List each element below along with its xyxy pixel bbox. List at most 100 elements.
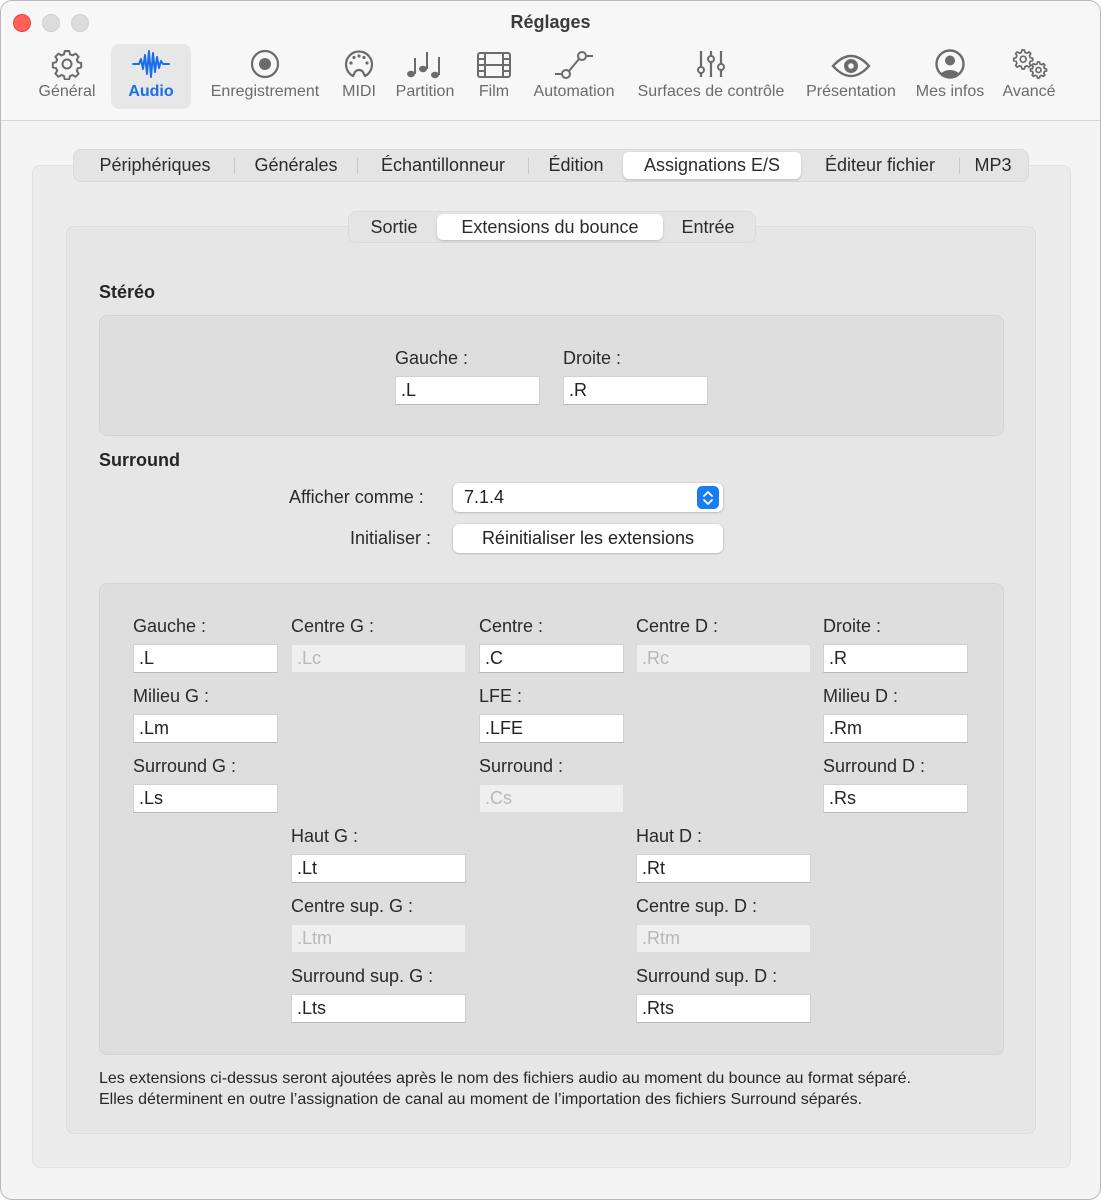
display-as-value: 7.1.4 [464, 487, 505, 507]
tab-edition[interactable]: Édition [529, 152, 623, 179]
tab-peripheriques[interactable]: Périphériques [76, 152, 234, 179]
tab-label: MP3 [974, 155, 1012, 175]
gears-icon [1009, 44, 1049, 82]
surround-centre-sup-g-field [291, 924, 466, 953]
surround-haut-d-label: Haut D : [636, 826, 703, 846]
surround-surround-g-label: Surround G : [133, 756, 237, 776]
toolbar-item-label: Général [38, 83, 96, 100]
surround-centre-label: Centre : [479, 616, 544, 636]
window-title: Réglages [510, 12, 591, 32]
surround-milieu-d-label: Milieu D : [823, 686, 899, 706]
subtab-entree[interactable]: Entrée [663, 214, 753, 240]
surround-haut-d-field[interactable] [636, 854, 811, 883]
subtab-label: Extensions du bounce [461, 216, 639, 237]
surround-lfe-field[interactable] [479, 714, 624, 743]
surround-milieu-g-label: Milieu G : [133, 686, 210, 706]
gear-icon [51, 44, 83, 82]
toolbar-item-label: Audio [128, 83, 174, 100]
waveform-icon [131, 44, 171, 82]
surround-surround-d-field[interactable] [823, 784, 968, 813]
sliders-icon [696, 44, 726, 82]
toolbar-item-film[interactable]: Film [471, 44, 517, 109]
surround-milieu-d-field[interactable] [823, 714, 968, 743]
surround-centre-sup-d-label: Centre sup. D : [636, 896, 758, 916]
toolbar-item-midi[interactable]: MIDI [335, 44, 383, 109]
toolbar-item-avance[interactable]: Avancé [997, 44, 1061, 109]
toolbar-item-presentation[interactable]: Présentation [801, 44, 901, 109]
film-icon [476, 44, 512, 82]
surround-haut-g-field[interactable] [291, 854, 466, 883]
display-as-popup[interactable]: 7.1.4 [453, 483, 723, 512]
subtab-label: Entrée [681, 216, 735, 237]
main-tab-bar: Périphériques Générales Échantillonneur … [73, 149, 1029, 182]
tab-label: Générales [254, 155, 338, 175]
music-notes-icon [406, 44, 444, 82]
tab-label: Échantillonneur [380, 155, 506, 175]
stereo-right-field[interactable] [563, 376, 708, 405]
tab-label: Périphériques [99, 155, 211, 175]
midi-connector-icon [343, 44, 375, 82]
toolbar-item-enregistrement[interactable]: Enregistrement [204, 44, 326, 109]
surround-haut-g-label: Haut G : [291, 826, 359, 846]
reset-extensions-label: Réinitialiser les extensions [481, 528, 695, 548]
surround-centre-g-label: Centre G : [291, 616, 375, 636]
subtab-extensions-du-bounce[interactable]: Extensions du bounce [437, 214, 663, 240]
toolbar-item-label: Présentation [806, 83, 896, 100]
tab-label: Édition [548, 155, 604, 175]
toolbar-item-partition[interactable]: Partition [389, 44, 461, 109]
tab-mp3[interactable]: MP3 [960, 152, 1026, 179]
note-line-1: Les extensions ci-dessus seront ajoutées… [99, 1070, 912, 1087]
toolbar-item-label: Avancé [1002, 83, 1056, 100]
surround-section-title: Surround [99, 450, 180, 470]
surround-centre-d-label: Centre D : [636, 616, 719, 636]
toolbar-item-automation[interactable]: Automation [527, 44, 621, 109]
stereo-left-field[interactable] [395, 376, 540, 405]
subtab-label: Sortie [370, 216, 418, 237]
stereo-box [99, 315, 1004, 436]
surround-centre-g-field [291, 644, 466, 673]
eye-icon [831, 44, 871, 82]
stereo-section-title: Stéréo [99, 282, 156, 302]
settings-window: Réglages Général Audio Enregistrement MI… [0, 0, 1101, 1200]
tab-label: Éditeur fichier [824, 155, 936, 175]
tab-echantillonneur[interactable]: Échantillonneur [358, 152, 528, 179]
surround-lfe-label: LFE : [479, 686, 523, 706]
subtab-sortie[interactable]: Sortie [351, 214, 437, 240]
tab-assignations-es[interactable]: Assignations E/S [623, 152, 801, 179]
toolbar-item-mes-infos[interactable]: Mes infos [911, 44, 989, 109]
surround-surround-d-label: Surround D : [823, 756, 926, 776]
stereo-left-label: Gauche : [395, 348, 469, 368]
surround-gauche-field[interactable] [133, 644, 278, 673]
tab-generales[interactable]: Générales [235, 152, 357, 179]
person-circle-icon [934, 44, 966, 82]
surround-gauche-label: Gauche : [133, 616, 207, 636]
reset-extensions-button[interactable]: Réinitialiser les extensions [453, 524, 723, 553]
toolbar-item-general[interactable]: Général [32, 44, 102, 109]
toolbar-item-label: Surfaces de contrôle [637, 83, 785, 100]
surround-droite-field[interactable] [823, 644, 968, 673]
tab-editeur-fichier[interactable]: Éditeur fichier [801, 152, 959, 179]
stereo-right-label: Droite : [563, 348, 622, 368]
automation-curve-icon [554, 44, 594, 82]
record-icon [249, 44, 281, 82]
surround-surround-field [479, 784, 624, 813]
initialize-label: Initialiser : [350, 528, 432, 548]
titlebar: Réglages Général Audio Enregistrement MI… [1, 1, 1100, 121]
toolbar-item-audio[interactable]: Audio [111, 44, 191, 109]
sub-tab-bar: Sortie Extensions du bounce Entrée [348, 211, 756, 243]
surround-surround-label: Surround : [479, 756, 564, 776]
surround-surround-sup-g-label: Surround sup. G : [291, 966, 434, 986]
surround-centre-sup-d-field [636, 924, 811, 953]
surround-centre-field[interactable] [479, 644, 624, 673]
toolbar-item-label: Enregistrement [210, 83, 320, 100]
surround-surround-sup-d-field[interactable] [636, 994, 811, 1023]
display-as-label: Afficher comme : [289, 487, 424, 507]
toolbar-item-surfaces-de-controle[interactable]: Surfaces de contrôle [630, 44, 792, 109]
surround-milieu-g-field[interactable] [133, 714, 278, 743]
toolbar-item-label: MIDI [342, 83, 376, 100]
chevron-up-down-icon [697, 486, 719, 509]
surround-droite-label: Droite : [823, 616, 882, 636]
surround-surround-g-field[interactable] [133, 784, 278, 813]
note-line-2: Elles déterminent en outre l’assignation… [99, 1091, 863, 1108]
surround-surround-sup-g-field[interactable] [291, 994, 466, 1023]
